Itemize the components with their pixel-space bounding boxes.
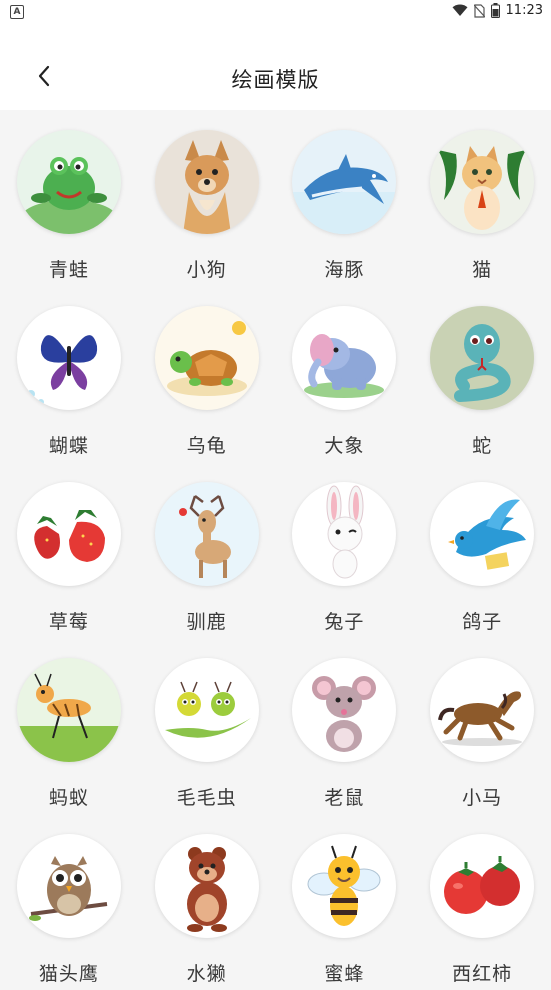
template-item[interactable]: 海豚: [276, 110, 414, 286]
template-thumbnail: [292, 482, 397, 586]
reindeer-icon: [178, 495, 231, 578]
template-label: 蛇: [472, 435, 493, 457]
page-title: 绘画模版: [231, 68, 320, 92]
template-thumbnail: [154, 482, 259, 586]
butterfly-icon: [26, 335, 98, 405]
snake-icon: [454, 324, 511, 402]
template-label: 老鼠: [324, 787, 365, 809]
template-item[interactable]: 水獭: [138, 814, 276, 990]
template-item[interactable]: 乌龟: [138, 286, 276, 462]
template-label: 蜜蜂: [324, 963, 365, 985]
dog-icon: [154, 130, 259, 234]
template-item[interactable]: 蜜蜂: [276, 814, 414, 990]
template-item[interactable]: 小狗: [138, 110, 276, 286]
ant-icon: [16, 673, 121, 762]
template-item[interactable]: 蛇: [413, 286, 551, 462]
otter-icon: [186, 847, 227, 932]
rabbit-icon: [326, 485, 364, 579]
template-thumbnail: [430, 130, 535, 234]
template-thumbnail: [16, 306, 121, 410]
template-label: 草莓: [48, 611, 89, 633]
template-label: 驯鹿: [186, 611, 227, 633]
template-thumbnail: [154, 130, 259, 234]
template-grid: 青蛙 小狗 海豚 猫蝴蝶 乌龟 大象 蛇草莓 驯鹿 兔子 鸽子蚂蚁 毛毛虫 老鼠 小马猫头鹰 水獭 蜜蜂 西红…: [0, 110, 551, 990]
template-label: 蝴蝶: [48, 435, 89, 457]
template-label: 海豚: [324, 259, 365, 281]
template-item[interactable]: 蝴蝶: [0, 286, 138, 462]
template-item[interactable]: 兔子: [276, 462, 414, 638]
template-thumbnail: [292, 834, 397, 938]
template-label: 小狗: [186, 259, 227, 281]
template-item[interactable]: 大象: [276, 286, 414, 462]
battery-icon: [490, 3, 500, 18]
template-thumbnail: [154, 306, 259, 410]
template-thumbnail: [430, 834, 535, 938]
template-thumbnail: [16, 834, 121, 938]
tomato-icon: [444, 856, 521, 914]
template-thumbnail: [16, 658, 121, 762]
owl-icon: [28, 856, 108, 921]
template-thumbnail: [292, 130, 397, 234]
template-label: 猫: [472, 259, 493, 281]
mouse-icon: [312, 676, 377, 752]
template-label: 鸽子: [462, 611, 503, 633]
template-item[interactable]: 驯鹿: [138, 462, 276, 638]
template-item[interactable]: 青蛙: [0, 110, 138, 286]
template-thumbnail: [292, 658, 397, 762]
template-thumbnail: [430, 482, 535, 586]
template-label: 青蛙: [48, 259, 89, 281]
template-item[interactable]: 毛毛虫: [138, 638, 276, 814]
template-thumbnail: [16, 482, 121, 586]
elephant-icon: [304, 334, 385, 398]
frog-icon: [20, 157, 117, 234]
template-item[interactable]: 蚂蚁: [0, 638, 138, 814]
template-thumbnail: [154, 658, 259, 762]
template-thumbnail: [430, 658, 535, 762]
template-item[interactable]: 西红柿: [413, 814, 551, 990]
strawberry-icon: [34, 510, 105, 562]
turtle-icon: [166, 321, 247, 396]
template-item[interactable]: 猫: [413, 110, 551, 286]
template-label: 西红柿: [452, 963, 513, 985]
horse-icon: [438, 691, 523, 746]
template-label: 水獭: [186, 963, 227, 985]
template-thumbnail: [292, 306, 397, 410]
caterpillar-icon: [164, 681, 251, 738]
template-thumbnail: [16, 130, 121, 234]
no-sim-icon: [473, 3, 485, 18]
status-icons: 11:23: [452, 3, 543, 18]
status-bar: A 11:23: [0, 0, 551, 24]
cat-icon: [438, 146, 527, 230]
template-label: 小马: [462, 787, 503, 809]
template-label: 猫头鹰: [38, 963, 99, 985]
bee-icon: [307, 845, 381, 926]
app-bar: 绘画模版: [0, 24, 551, 110]
template-thumbnail: [430, 306, 535, 410]
notification-app-icon: A: [10, 5, 24, 19]
template-item[interactable]: 小马: [413, 638, 551, 814]
template-label: 蚂蚁: [48, 787, 89, 809]
wifi-icon: [452, 4, 468, 16]
template-item[interactable]: 老鼠: [276, 638, 414, 814]
template-label: 毛毛虫: [176, 787, 237, 809]
dolphin-icon: [292, 154, 397, 234]
pigeon-icon: [448, 499, 527, 570]
template-label: 乌龟: [186, 435, 227, 457]
template-item[interactable]: 草莓: [0, 462, 138, 638]
template-item[interactable]: 鸽子: [413, 462, 551, 638]
status-time: 11:23: [505, 3, 543, 18]
template-thumbnail: [154, 834, 259, 938]
template-item[interactable]: 猫头鹰: [0, 814, 138, 990]
template-label: 兔子: [324, 611, 365, 633]
template-label: 大象: [324, 435, 365, 457]
